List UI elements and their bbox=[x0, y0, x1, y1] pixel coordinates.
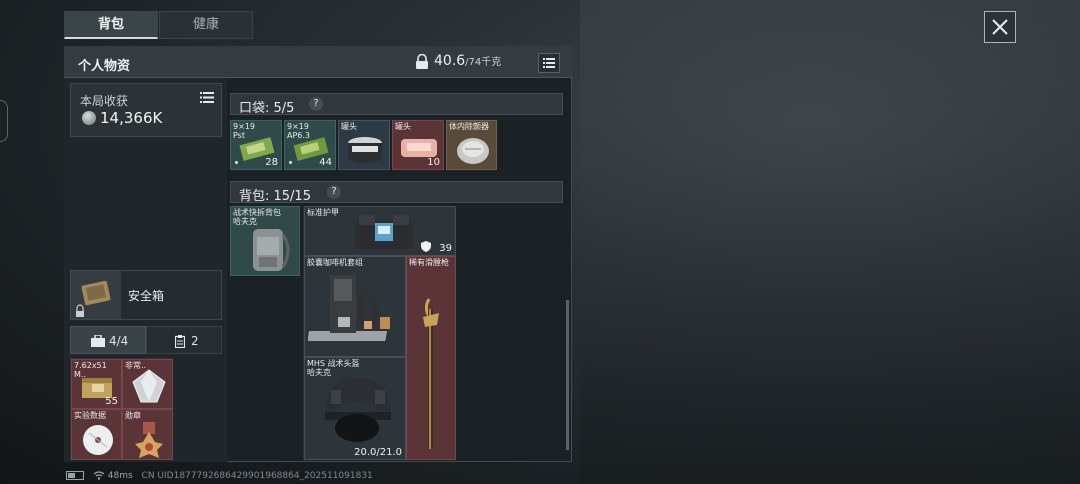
side-edge-marker bbox=[0, 100, 8, 142]
item-name: 勋章 bbox=[125, 411, 141, 420]
item-name: 罐头 bbox=[395, 122, 411, 131]
item-name: 稀有滑膛枪 bbox=[409, 258, 449, 267]
rucksack-icon bbox=[253, 229, 290, 271]
safe-box-icon bbox=[76, 280, 111, 317]
user-uid: CN UID1877792686429901968864_20251109183… bbox=[141, 471, 373, 481]
item-name: 胶囊咖啡机套组 bbox=[307, 258, 363, 267]
item-name: 实验数据 bbox=[74, 411, 106, 420]
backpack-item-rucksack[interactable]: 战术快拆背包 哈夫克 bbox=[230, 206, 300, 276]
item-dot bbox=[235, 161, 238, 164]
pocket-item-5[interactable]: 体内除颤器 bbox=[446, 120, 497, 170]
weight-lock-icon bbox=[416, 54, 428, 69]
sort-list-button[interactable] bbox=[538, 53, 560, 73]
item-name: MHS 战术头盔 bbox=[307, 359, 360, 368]
safe-item-data[interactable]: 实验数据 bbox=[71, 409, 122, 460]
backpack-help-icon[interactable]: ? bbox=[327, 185, 341, 199]
weight-max: /74千克 bbox=[465, 57, 502, 68]
item-name: 9×19 bbox=[287, 122, 309, 131]
backpack-label: 背包: 15/15 bbox=[239, 189, 311, 204]
item-count: 28 bbox=[265, 157, 278, 168]
safe-tab-items[interactable]: 4/4 bbox=[70, 326, 146, 354]
shield-icon bbox=[421, 241, 431, 252]
pocket-item-1[interactable]: 9×19 Pst 28 bbox=[230, 120, 282, 170]
tab-health[interactable]: 健康 bbox=[159, 11, 253, 39]
list-icon bbox=[543, 58, 555, 68]
item-count: 55 bbox=[105, 396, 118, 407]
backpack-item-coffee[interactable]: 胶囊咖啡机套组 bbox=[304, 256, 406, 357]
item-count: 10 bbox=[427, 157, 440, 168]
item-durability: 39 bbox=[439, 243, 452, 254]
helmet-icon bbox=[325, 378, 391, 442]
safe-item-gem[interactable]: 非常.. bbox=[122, 359, 173, 409]
background-haze bbox=[580, 0, 1080, 484]
pocket-item-4[interactable]: 罐头 10 bbox=[392, 120, 444, 170]
coin-icon bbox=[82, 111, 96, 125]
close-icon bbox=[992, 19, 1008, 35]
can-icon bbox=[348, 137, 382, 163]
coffee-machine-icon bbox=[308, 275, 390, 341]
earnings-label: 本局收获 bbox=[80, 94, 129, 108]
backpack-item-armor[interactable]: 标准护甲 39 bbox=[304, 206, 456, 256]
pocket-item-3[interactable]: 罐头 bbox=[338, 120, 390, 170]
safe-tab-items-count: 4/4 bbox=[109, 334, 129, 348]
weight-current: 40.6 bbox=[434, 53, 466, 69]
safe-box-label: 安全箱 bbox=[128, 289, 165, 303]
weight-readout: 40.6/74千克 bbox=[434, 53, 501, 69]
pocket-header: 口袋: 5/5 ? bbox=[230, 93, 563, 116]
diamond-icon bbox=[132, 369, 166, 403]
disc-icon bbox=[83, 425, 113, 455]
item-count: 44 bbox=[319, 157, 332, 168]
pocket-label: 口袋: 5/5 bbox=[239, 101, 295, 116]
pocket-help-icon[interactable]: ? bbox=[309, 97, 323, 111]
defibrillator-icon bbox=[457, 138, 489, 164]
armor-vest-icon bbox=[355, 215, 413, 249]
panel-title: 个人物资 bbox=[78, 59, 131, 74]
backpack-scrollbar[interactable] bbox=[566, 300, 569, 450]
earnings-value: 14,366K bbox=[100, 109, 163, 127]
item-name: 标准护甲 bbox=[307, 208, 339, 217]
backpack-header: 背包: 15/15 ? bbox=[230, 181, 563, 204]
safe-tab-cards-count: 2 bbox=[191, 334, 199, 348]
item-name: 体内除颤器 bbox=[449, 122, 489, 131]
item-name: 罐头 bbox=[341, 122, 357, 131]
card-icon bbox=[175, 335, 185, 348]
safe-tab-cards[interactable]: 2 bbox=[146, 326, 222, 354]
safe-item-medal[interactable]: 勋章 bbox=[122, 409, 173, 460]
earnings-list-icon[interactable] bbox=[200, 92, 214, 103]
pocket-item-2[interactable]: 9×19 AP6.3 44 bbox=[284, 120, 336, 170]
wifi-icon bbox=[93, 471, 105, 480]
item-durability: 20.0/21.0 bbox=[354, 447, 402, 458]
musket-icon bbox=[423, 298, 439, 449]
medal-icon bbox=[135, 422, 163, 458]
tab-backpack[interactable]: 背包 bbox=[64, 11, 158, 39]
status-bar: 48ms CN UID1877792686429901968864_202511… bbox=[66, 471, 373, 481]
item-name: 7.62x51 bbox=[74, 361, 107, 370]
ping-readout: 48ms bbox=[107, 471, 133, 481]
battery-icon bbox=[66, 471, 84, 480]
backpack-item-musket[interactable]: 稀有滑膛枪 bbox=[406, 256, 456, 460]
item-name: 战术快拆背包 bbox=[233, 208, 281, 217]
safe-item-ammo[interactable]: 7.62x51 M.. 55 bbox=[71, 359, 122, 409]
safe-box-icon-cell bbox=[71, 271, 121, 319]
close-button[interactable] bbox=[984, 11, 1016, 43]
item-dot bbox=[289, 161, 292, 164]
item-name: 9×19 bbox=[233, 122, 255, 131]
backpack-item-helmet[interactable]: MHS 战术头盔 哈夫克 20.0/21.0 bbox=[304, 357, 406, 460]
briefcase-icon bbox=[91, 335, 105, 347]
